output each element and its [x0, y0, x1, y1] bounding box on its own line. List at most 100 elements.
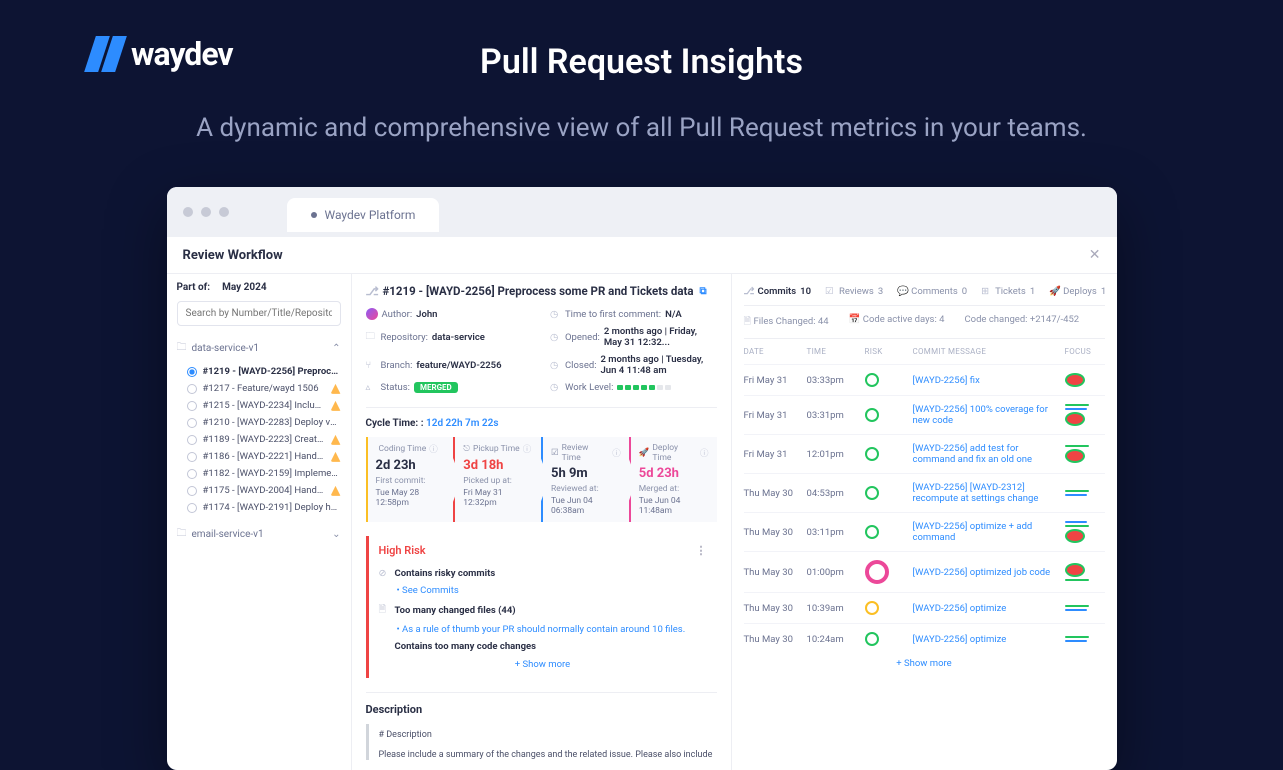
- folder-icon: 🗀: [177, 526, 187, 543]
- risk-showmore[interactable]: + Show more: [379, 655, 707, 674]
- risk-indicator-icon: [865, 525, 879, 539]
- clock-icon: ◷: [550, 360, 561, 371]
- browser-tab[interactable]: Waydev Platform: [287, 198, 440, 232]
- radio-icon: [187, 452, 197, 462]
- risk-title: High Risk: [379, 544, 426, 557]
- repo-icon: 🗀: [366, 329, 377, 345]
- tab-deploys[interactable]: 🚀Deploys 1: [1049, 286, 1106, 297]
- partof: Part of: May 2024: [177, 282, 341, 293]
- pr-list-item[interactable]: #1174 - [WAYD-2191] Deploy hotif...: [187, 499, 341, 516]
- external-link-icon[interactable]: ⧉: [700, 286, 707, 297]
- warning-icon: [331, 435, 341, 445]
- radio-icon: [187, 418, 197, 428]
- traffic-light-min[interactable]: [201, 207, 211, 217]
- meta-opened: ◷Opened: 2 months ago | Friday, May 31 1…: [550, 326, 717, 348]
- th-focus: FOCUS: [1065, 347, 1105, 356]
- menu-icon[interactable]: ⋮: [696, 544, 707, 557]
- traffic-light-max[interactable]: [219, 207, 229, 217]
- pr-list-item[interactable]: #1189 - [WAYD-2223] Create web...: [187, 431, 341, 448]
- close-icon[interactable]: ✕: [1089, 247, 1101, 263]
- logo: waydev: [90, 35, 233, 73]
- search-input[interactable]: [177, 301, 341, 326]
- warning-icon: [331, 452, 341, 462]
- focus-bars: [1065, 445, 1105, 463]
- sidebar: Part of: May 2024 🗀data-service-v1⌃ #1219…: [167, 274, 352, 770]
- warning-icon: [331, 384, 341, 394]
- tab-reviews[interactable]: ☑Reviews 3: [825, 286, 883, 297]
- risk-indicator-icon: [865, 632, 879, 646]
- risk-indicator-icon: [865, 447, 879, 461]
- chevron-icon: ⌃: [332, 343, 340, 354]
- commit-row[interactable]: Thu May 3010:24am[WAYD-2256] optimize: [744, 623, 1105, 654]
- th-time: TIME: [807, 347, 857, 356]
- radio-icon: [187, 503, 197, 513]
- partof-value[interactable]: May 2024: [222, 282, 267, 293]
- folder-icon: 🗀: [177, 340, 187, 357]
- focus-bars: [1065, 373, 1105, 387]
- risk-item[interactable]: • As a rule of thumb your PR should norm…: [379, 621, 707, 638]
- risk-icon: 🗎: [379, 602, 390, 618]
- commit-row[interactable]: Thu May 3001:00pm[WAYD-2256] optimized j…: [744, 551, 1105, 592]
- commits-showmore[interactable]: + Show more: [744, 654, 1105, 673]
- meta-worklevel: ◷Work Level:: [550, 382, 717, 393]
- logo-text: waydev: [131, 35, 233, 73]
- folder[interactable]: 🗀email-service-v1⌄: [177, 522, 341, 547]
- risk-indicator-icon: [865, 486, 879, 500]
- tab-comments[interactable]: 💬Comments 0: [897, 286, 967, 297]
- logo-icon: [90, 36, 121, 72]
- th-msg: COMMIT MESSAGE: [913, 347, 1057, 356]
- pr-detail-panel: ⎇ #1219 - [WAYD-2256] Preprocess some PR…: [352, 274, 732, 770]
- focus-bars: [1065, 605, 1105, 611]
- partof-label: Part of:: [177, 282, 211, 293]
- commits-panel: ⎇Commits 10 ☑Reviews 3 💬Comments 0 ⊞Tickets…: [732, 274, 1117, 770]
- commit-row[interactable]: Fri May 3112:01pm[WAYD-2256] add test fo…: [744, 434, 1105, 473]
- pr-list-item[interactable]: #1217 - Feature/wayd 1506: [187, 380, 341, 397]
- tab-icon: ⊞: [981, 286, 991, 297]
- work-level-bar: [617, 385, 671, 390]
- tab-icon: 💬: [897, 286, 907, 297]
- avatar-icon: [366, 308, 378, 320]
- risk-item[interactable]: • See Commits: [379, 582, 707, 599]
- description-heading: Description: [366, 692, 717, 716]
- stat-icon: 🗎: [744, 316, 752, 327]
- cycle-stage: 🚀Deploy Time ⓘ5d 23hMerged at:Tue Jun 04…: [629, 437, 717, 522]
- focus-bars: [1065, 490, 1105, 496]
- stat-item: 🗎 Files Changed: 44: [744, 314, 829, 330]
- risk-item: 🗎Too many changed files (44): [379, 599, 707, 621]
- commit-row[interactable]: Thu May 3003:11pm[WAYD-2256] optimize + …: [744, 512, 1105, 551]
- risk-indicator-icon: [865, 373, 879, 387]
- traffic-light-close[interactable]: [183, 207, 193, 217]
- window-chrome: Waydev Platform: [167, 187, 1117, 237]
- meta-branch: ⑂Branch: feature/WAYD-2256: [366, 354, 533, 376]
- commit-row[interactable]: Thu May 3010:39am[WAYD-2256] optimize: [744, 592, 1105, 623]
- git-icon: ⎇: [366, 284, 377, 298]
- clock-icon: ◷: [550, 309, 561, 320]
- pr-list-item[interactable]: #1182 - [WAYD-2159] Implement S...: [187, 465, 341, 482]
- folder[interactable]: 🗀data-service-v1⌃: [177, 336, 341, 361]
- meta-repo: 🗀Repository: data-service: [366, 326, 533, 348]
- commit-row[interactable]: Fri May 3103:33pm[WAYD-2256] fix: [744, 364, 1105, 395]
- stage-icon: ☑: [551, 448, 559, 458]
- meta-ttfc: ◷Time to first comment: N/A: [550, 308, 717, 320]
- gauge-icon: ◷: [550, 382, 561, 393]
- commit-row[interactable]: Fri May 3103:31pm[WAYD-2256] 100% covera…: [744, 395, 1105, 434]
- description-body: # Description Please include a summary o…: [366, 724, 717, 760]
- radio-icon: [187, 384, 197, 394]
- tab-commits[interactable]: ⎇Commits 10: [744, 286, 812, 297]
- branch-icon: ⑂: [366, 360, 377, 371]
- pr-list-item[interactable]: #1210 - [WAYD-2283] Deploy v2.5.0: [187, 414, 341, 431]
- tab-icon: 🚀: [1049, 286, 1059, 297]
- pr-list-item[interactable]: #1219 - [WAYD-2256] Preprocess ...: [187, 363, 341, 380]
- tab-tickets[interactable]: ⊞Tickets 1: [981, 286, 1035, 297]
- tab-label: Waydev Platform: [325, 208, 416, 222]
- pr-list-item[interactable]: #1175 - [WAYD-2004] Handle Jira ...: [187, 482, 341, 499]
- focus-bars: [1065, 636, 1105, 642]
- meta-status: ▵Status: MERGED: [366, 382, 533, 393]
- tab-icon: ⎇: [744, 286, 754, 297]
- cycle-stage: ☑Review Time ⓘ5h 9mReviewed at:Tue Jun 0…: [541, 437, 629, 522]
- commit-row[interactable]: Thu May 3004:53pm[WAYD-2256] [WAYD-2312]…: [744, 473, 1105, 512]
- radio-icon: [187, 435, 197, 445]
- pr-list-item[interactable]: #1186 - [WAYD-2221] Handle boar...: [187, 448, 341, 465]
- page-header: Review Workflow ✕: [167, 237, 1117, 274]
- pr-list-item[interactable]: #1215 - [WAYD-2234] Include cust...: [187, 397, 341, 414]
